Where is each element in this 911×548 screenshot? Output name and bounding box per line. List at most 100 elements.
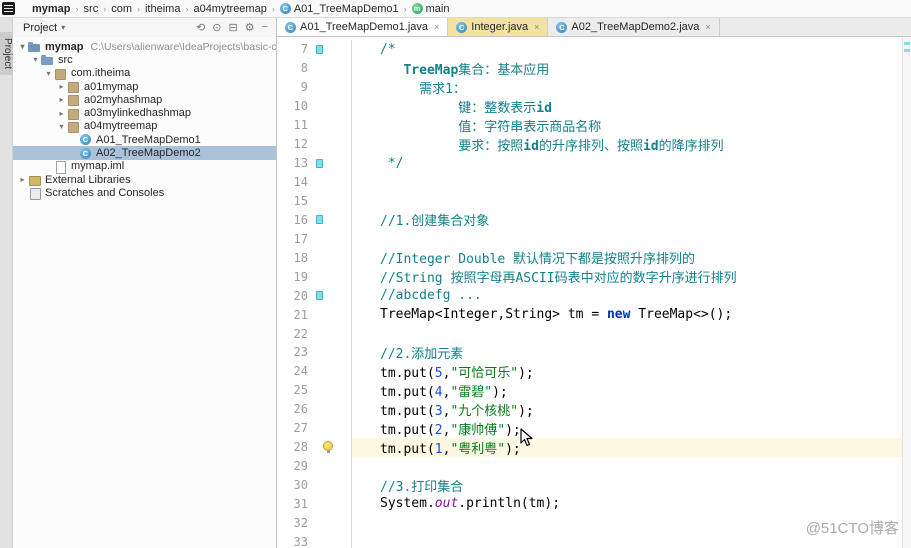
chevron-down-icon[interactable]: ▾ — [61, 23, 65, 32]
tree-item-label: a04mytreemap — [84, 120, 158, 133]
tree-item-a03mylinkedhashmap[interactable]: ▸ a03mylinkedhashmap — [13, 106, 276, 120]
code-line-31[interactable]: 31 System.out.println(tm); — [277, 494, 902, 514]
tree-item-label: A01_TreeMapDemo1 — [96, 133, 201, 146]
code-text: //String 按照字母再ASCII码表中对应的数字升序进行排列 — [380, 271, 737, 287]
line-number: 21 — [293, 307, 308, 322]
code-line-10[interactable]: 10 键：整数表示id — [277, 96, 902, 116]
code-line-13[interactable]: 13 */ — [277, 153, 902, 173]
breadcrumb-item-a04mytreemap[interactable]: a04mytreemap — [191, 3, 268, 15]
tree-item-label: a03mylinkedhashmap — [84, 107, 192, 120]
line-number: 13 — [293, 156, 308, 171]
chevron-down-icon[interactable]: ▾ — [17, 42, 28, 51]
tree-item-external-libraries[interactable]: ▸ External Libraries — [13, 173, 276, 186]
tree-item-scratches-and-consoles[interactable]: Scratches and Consoles — [13, 186, 276, 200]
gutter-cell — [310, 210, 352, 230]
code-line-9[interactable]: 9 需求1： — [277, 77, 902, 97]
code-line-17[interactable]: 17 — [277, 229, 902, 249]
code-line-24[interactable]: 24 tm.put(5,"可恰可乐"); — [277, 361, 902, 381]
breadcrumb-item-src[interactable]: src — [82, 3, 101, 15]
file-icon — [54, 160, 66, 174]
code-line-23[interactable]: 23 //2.添加元素 — [277, 343, 902, 362]
code-line-21[interactable]: 21 TreeMap<Integer,String> tm = new TreeM… — [277, 305, 902, 325]
tree-item-label: a02myhashmap — [84, 93, 163, 106]
editor-tab-a02-treemapdemo2-java[interactable]: C A02_TreeMapDemo2.java × — [548, 18, 720, 36]
breadcrumb-separator-icon: › — [136, 3, 140, 14]
settings-icon[interactable]: ⚙ — [245, 21, 255, 34]
code-line-28[interactable]: 28 tm.put(1,"粤利粤"); — [277, 437, 902, 457]
gutter-cell — [310, 172, 352, 192]
gutter-cell — [310, 96, 352, 116]
chevron-right-icon[interactable]: ▸ — [56, 95, 67, 104]
line-number: 27 — [293, 421, 308, 436]
tree-item-a02myhashmap[interactable]: ▸ a02myhashmap — [13, 93, 276, 107]
breadcrumb-item-com[interactable]: com — [109, 3, 134, 15]
code-line-15[interactable]: 15 — [277, 191, 902, 211]
code-line-29[interactable]: 29 — [277, 456, 902, 476]
code-text: tm.put(4,"雷碧"); — [380, 384, 508, 400]
code-line-25[interactable]: 25 tm.put(4,"雷碧"); — [277, 380, 902, 400]
tree-item-mymap-iml[interactable]: mymap.iml — [13, 160, 276, 174]
code-text: tm.put(3,"九个核桃"); — [380, 403, 534, 419]
code-line-11[interactable]: 11 值：字符串表示商品名称 — [277, 115, 902, 135]
tree-item-com-itheima[interactable]: ▾ com.itheima — [13, 67, 276, 80]
code-area: 7/* 8 TreeMap集合：基本应用 9 需求1： 10 键：整数表示id 11 值… — [277, 37, 902, 548]
select-opened-file-icon[interactable]: ⊙ — [212, 21, 221, 34]
tree-item-mymap[interactable]: ▾ mymap C:\Users\alienware\IdeaProjects\ba… — [13, 40, 276, 53]
line-number: 31 — [293, 496, 308, 511]
package-icon — [67, 94, 79, 107]
chevron-right-icon[interactable]: ▸ — [56, 109, 67, 118]
package-icon — [67, 120, 79, 133]
code-line-20[interactable]: 20 //abcdefg ... — [277, 286, 902, 306]
project-panel: Project ▾ ⟲ ⊙ ⊟ ⚙ − ▾ mymap C:\Users\alienware… — [13, 18, 277, 548]
close-icon[interactable]: × — [434, 22, 439, 32]
code-line-19[interactable]: 19 //String 按照字母再ASCII码表中对应的数字升序进行排列 — [277, 267, 902, 286]
chevron-right-icon[interactable]: ▸ — [56, 82, 67, 91]
main-menu-icon[interactable] — [2, 2, 15, 15]
editor-tab-a01-treemapdemo1-java[interactable]: C A01_TreeMapDemo1.java × — [277, 18, 449, 36]
tree-item-a01mymap[interactable]: ▸ a01mymap — [13, 80, 276, 94]
project-tool-window-tab[interactable]: Project — [0, 32, 13, 76]
close-icon[interactable]: × — [534, 22, 539, 32]
breadcrumb-item-mymap[interactable]: mymap — [30, 3, 73, 15]
collapse-all-icon[interactable]: ⊟ — [228, 21, 237, 34]
code-line-30[interactable]: 30 //3.打印集合 — [277, 475, 902, 495]
gutter-cell — [310, 361, 352, 381]
tree-item-label: A02_TreeMapDemo2 — [96, 147, 201, 160]
code-line-22[interactable]: 22 — [277, 324, 902, 343]
code-line-7[interactable]: 7 /* — [277, 40, 902, 59]
code-line-8[interactable]: 8 TreeMap集合：基本应用 — [277, 58, 902, 78]
code-line-27[interactable]: 27 tm.put(2,"康帅傅"); — [277, 418, 902, 438]
close-icon[interactable]: × — [705, 22, 710, 32]
line-number: 14 — [293, 175, 308, 190]
chevron-down-icon[interactable]: ▾ — [43, 69, 54, 78]
editor-tab-integer-java[interactable]: C Integer.java × — [448, 18, 549, 36]
code-text: tm.put(2,"康帅傅"); — [380, 422, 521, 438]
breadcrumb-item-itheima[interactable]: itheima — [143, 3, 182, 15]
chevron-right-icon[interactable]: ▸ — [17, 175, 28, 184]
code-line-16[interactable]: 16 //1.创建集合对象 — [277, 210, 902, 229]
code-line-26[interactable]: 26 tm.put(3,"九个核桃"); — [277, 399, 902, 419]
class-icon: C — [80, 147, 91, 159]
chevron-down-icon[interactable]: ▾ — [30, 55, 41, 64]
breadcrumb-item-main[interactable]: m main — [410, 3, 452, 15]
project-panel-toolbar: ⟲ ⊙ ⊟ ⚙ − — [196, 21, 268, 34]
code-text: tm.put(1,"粤利粤"); — [352, 437, 902, 457]
method-icon: m — [411, 3, 423, 14]
editor[interactable]: 7/* 8 TreeMap集合：基本应用 9 需求1： 10 键：整数表示id 11 值… — [277, 37, 911, 548]
breadcrumb-item-a01-treemapdemo1[interactable]: C A01_TreeMapDemo1 — [278, 3, 401, 15]
scrollbar-stripe[interactable] — [902, 37, 911, 548]
tree-item-a04mytreemap[interactable]: ▾ a04mytreemap — [13, 120, 276, 133]
tree-item-src[interactable]: ▾ src — [13, 53, 276, 66]
tree-item-a02-treemapdemo2[interactable]: C A02_TreeMapDemo2 — [13, 146, 276, 160]
breadcrumb-label: mymap — [32, 2, 71, 15]
code-line-12[interactable]: 12 要求：按照id的升序排列、按照id的降序排列 — [277, 134, 902, 154]
tree-item-a01-treemapdemo1[interactable]: C A01_TreeMapDemo1 — [13, 133, 276, 146]
chevron-down-icon[interactable]: ▾ — [56, 122, 67, 131]
tree-item-label: src — [58, 53, 73, 66]
sync-icon[interactable]: ⟲ — [196, 21, 205, 34]
code-line-14[interactable]: 14 — [277, 172, 902, 192]
hide-panel-icon[interactable]: − — [262, 21, 268, 34]
intention-bulb-icon[interactable] — [323, 440, 333, 453]
code-line-18[interactable]: 18 //Integer Double 默认情况下都是按照升序排列的 — [277, 248, 902, 267]
gutter-cell — [310, 191, 352, 211]
